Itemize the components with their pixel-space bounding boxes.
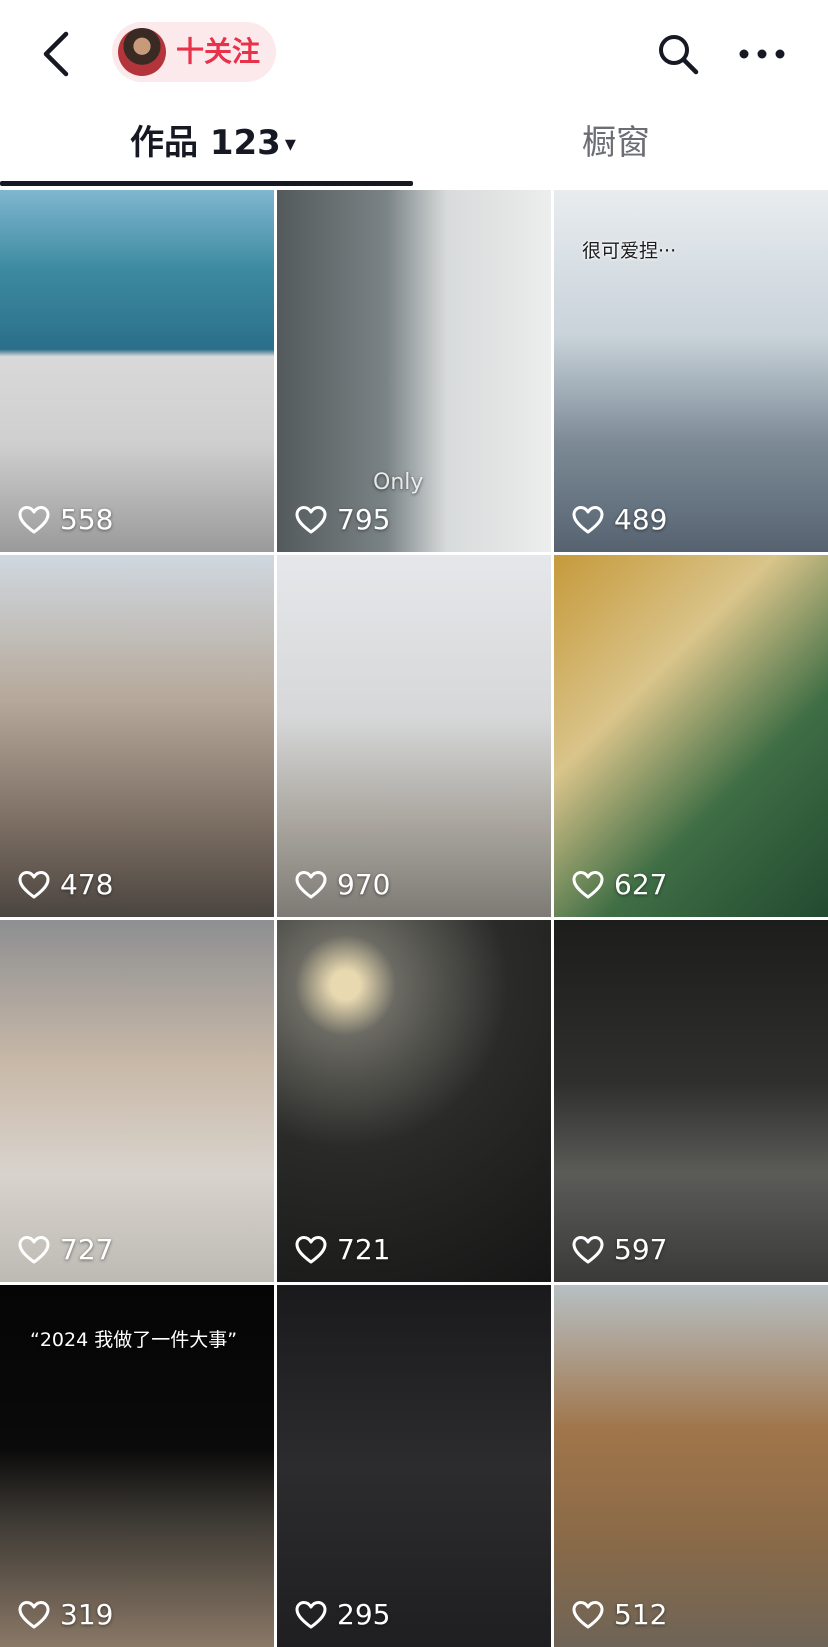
video-tile[interactable]: 597 xyxy=(554,920,828,1282)
video-tile[interactable]: 627 xyxy=(554,555,828,917)
heart-icon xyxy=(295,1600,327,1628)
heart-icon xyxy=(572,505,604,533)
like-count: 627 xyxy=(572,868,667,901)
heart-icon xyxy=(18,1235,50,1263)
video-tile[interactable]: 970 xyxy=(277,555,551,917)
like-count-value: 558 xyxy=(60,503,114,536)
like-count: 795 xyxy=(295,503,390,536)
video-tile[interactable]: 727 xyxy=(0,920,274,1282)
like-count: 489 xyxy=(572,503,667,536)
content-tabs: 作品 123 ▾ 橱窗 xyxy=(0,108,828,188)
video-tile[interactable]: 295 xyxy=(277,1285,551,1647)
like-count-value: 970 xyxy=(337,868,391,901)
top-bar: 十关注 xyxy=(0,0,828,108)
like-count: 721 xyxy=(295,1233,390,1266)
heart-icon xyxy=(572,870,604,898)
video-caption: 很可爱捏··· xyxy=(582,240,677,262)
video-caption: “2024 我做了一件大事” xyxy=(30,1329,238,1351)
like-count-value: 795 xyxy=(337,503,391,536)
video-tile[interactable]: 512 xyxy=(554,1285,828,1647)
avatar[interactable] xyxy=(118,28,166,76)
like-count-value: 295 xyxy=(337,1598,391,1631)
like-count: 512 xyxy=(572,1598,667,1631)
dropdown-arrow-icon[interactable]: ▾ xyxy=(285,132,296,157)
like-count-value: 627 xyxy=(614,868,668,901)
video-caption: Only xyxy=(373,470,424,495)
like-count: 319 xyxy=(18,1598,113,1631)
like-count-value: 478 xyxy=(60,868,114,901)
more-horizontal-icon[interactable] xyxy=(738,36,786,72)
video-tile[interactable]: “2024 我做了一件大事” 319 xyxy=(0,1285,274,1647)
like-count-value: 319 xyxy=(60,1598,114,1631)
video-tile[interactable]: 很可爱捏··· 489 xyxy=(554,190,828,552)
like-count-value: 489 xyxy=(614,503,668,536)
video-tile[interactable]: 558 xyxy=(0,190,274,552)
tab-works[interactable]: 作品 123 ▾ xyxy=(130,118,296,173)
follow-button[interactable]: 十关注 xyxy=(112,22,276,82)
search-icon[interactable] xyxy=(656,32,700,76)
heart-icon xyxy=(295,870,327,898)
heart-icon xyxy=(295,505,327,533)
like-count: 295 xyxy=(295,1598,390,1631)
follow-label: 十关注 xyxy=(176,35,261,68)
heart-icon xyxy=(295,1235,327,1263)
like-count: 970 xyxy=(295,868,390,901)
video-grid: 558 Only 795 很可爱捏··· 489 478 970 627 727… xyxy=(0,190,828,1647)
heart-icon xyxy=(18,870,50,898)
heart-icon xyxy=(18,1600,50,1628)
chevron-left-icon[interactable] xyxy=(36,28,80,80)
tab-works-label: 作品 123 xyxy=(130,123,281,163)
like-count-value: 512 xyxy=(614,1598,668,1631)
like-count: 558 xyxy=(18,503,113,536)
like-count: 597 xyxy=(572,1233,667,1266)
tab-window[interactable]: 橱窗 xyxy=(582,118,650,168)
like-count: 478 xyxy=(18,868,113,901)
video-tile[interactable]: 478 xyxy=(0,555,274,917)
video-tile[interactable]: 721 xyxy=(277,920,551,1282)
like-count-value: 721 xyxy=(337,1233,391,1266)
video-tile[interactable]: Only 795 xyxy=(277,190,551,552)
active-tab-indicator xyxy=(0,181,413,186)
like-count-value: 727 xyxy=(60,1233,114,1266)
like-count: 727 xyxy=(18,1233,113,1266)
heart-icon xyxy=(572,1600,604,1628)
heart-icon xyxy=(18,505,50,533)
like-count-value: 597 xyxy=(614,1233,668,1266)
heart-icon xyxy=(572,1235,604,1263)
